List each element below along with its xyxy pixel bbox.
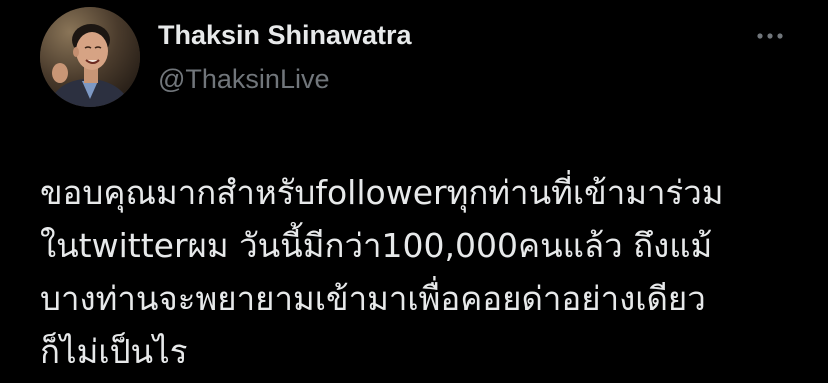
author-display-name[interactable]: Thaksin Shinawatra bbox=[158, 17, 412, 53]
tweet-text-line: ในtwitterผม วันนี้มีกว่า100,000คนแล้ว ถึ… bbox=[40, 226, 713, 265]
more-options-button[interactable] bbox=[750, 22, 790, 50]
tweet-card: Thaksin Shinawatra @ThaksinLive ขอบคุณมา… bbox=[0, 0, 828, 383]
author-avatar[interactable] bbox=[40, 7, 140, 107]
tweet-text-line: บางท่านจะพยายามเข้ามาเพื่อคอยด่าอย่างเดี… bbox=[40, 279, 706, 318]
tweet-text-line: ก็ไม่เป็นไร bbox=[40, 332, 188, 371]
tweet-text-line: ขอบคุณมากสำหรับfollowerทุกท่านที่เข้ามาร… bbox=[40, 173, 724, 212]
tweet-text: ขอบคุณมากสำหรับfollowerทุกท่านที่เข้ามาร… bbox=[40, 166, 810, 378]
avatar-image bbox=[40, 7, 140, 107]
more-horizontal-icon bbox=[757, 33, 783, 39]
author-handle[interactable]: @ThaksinLive bbox=[158, 61, 329, 97]
